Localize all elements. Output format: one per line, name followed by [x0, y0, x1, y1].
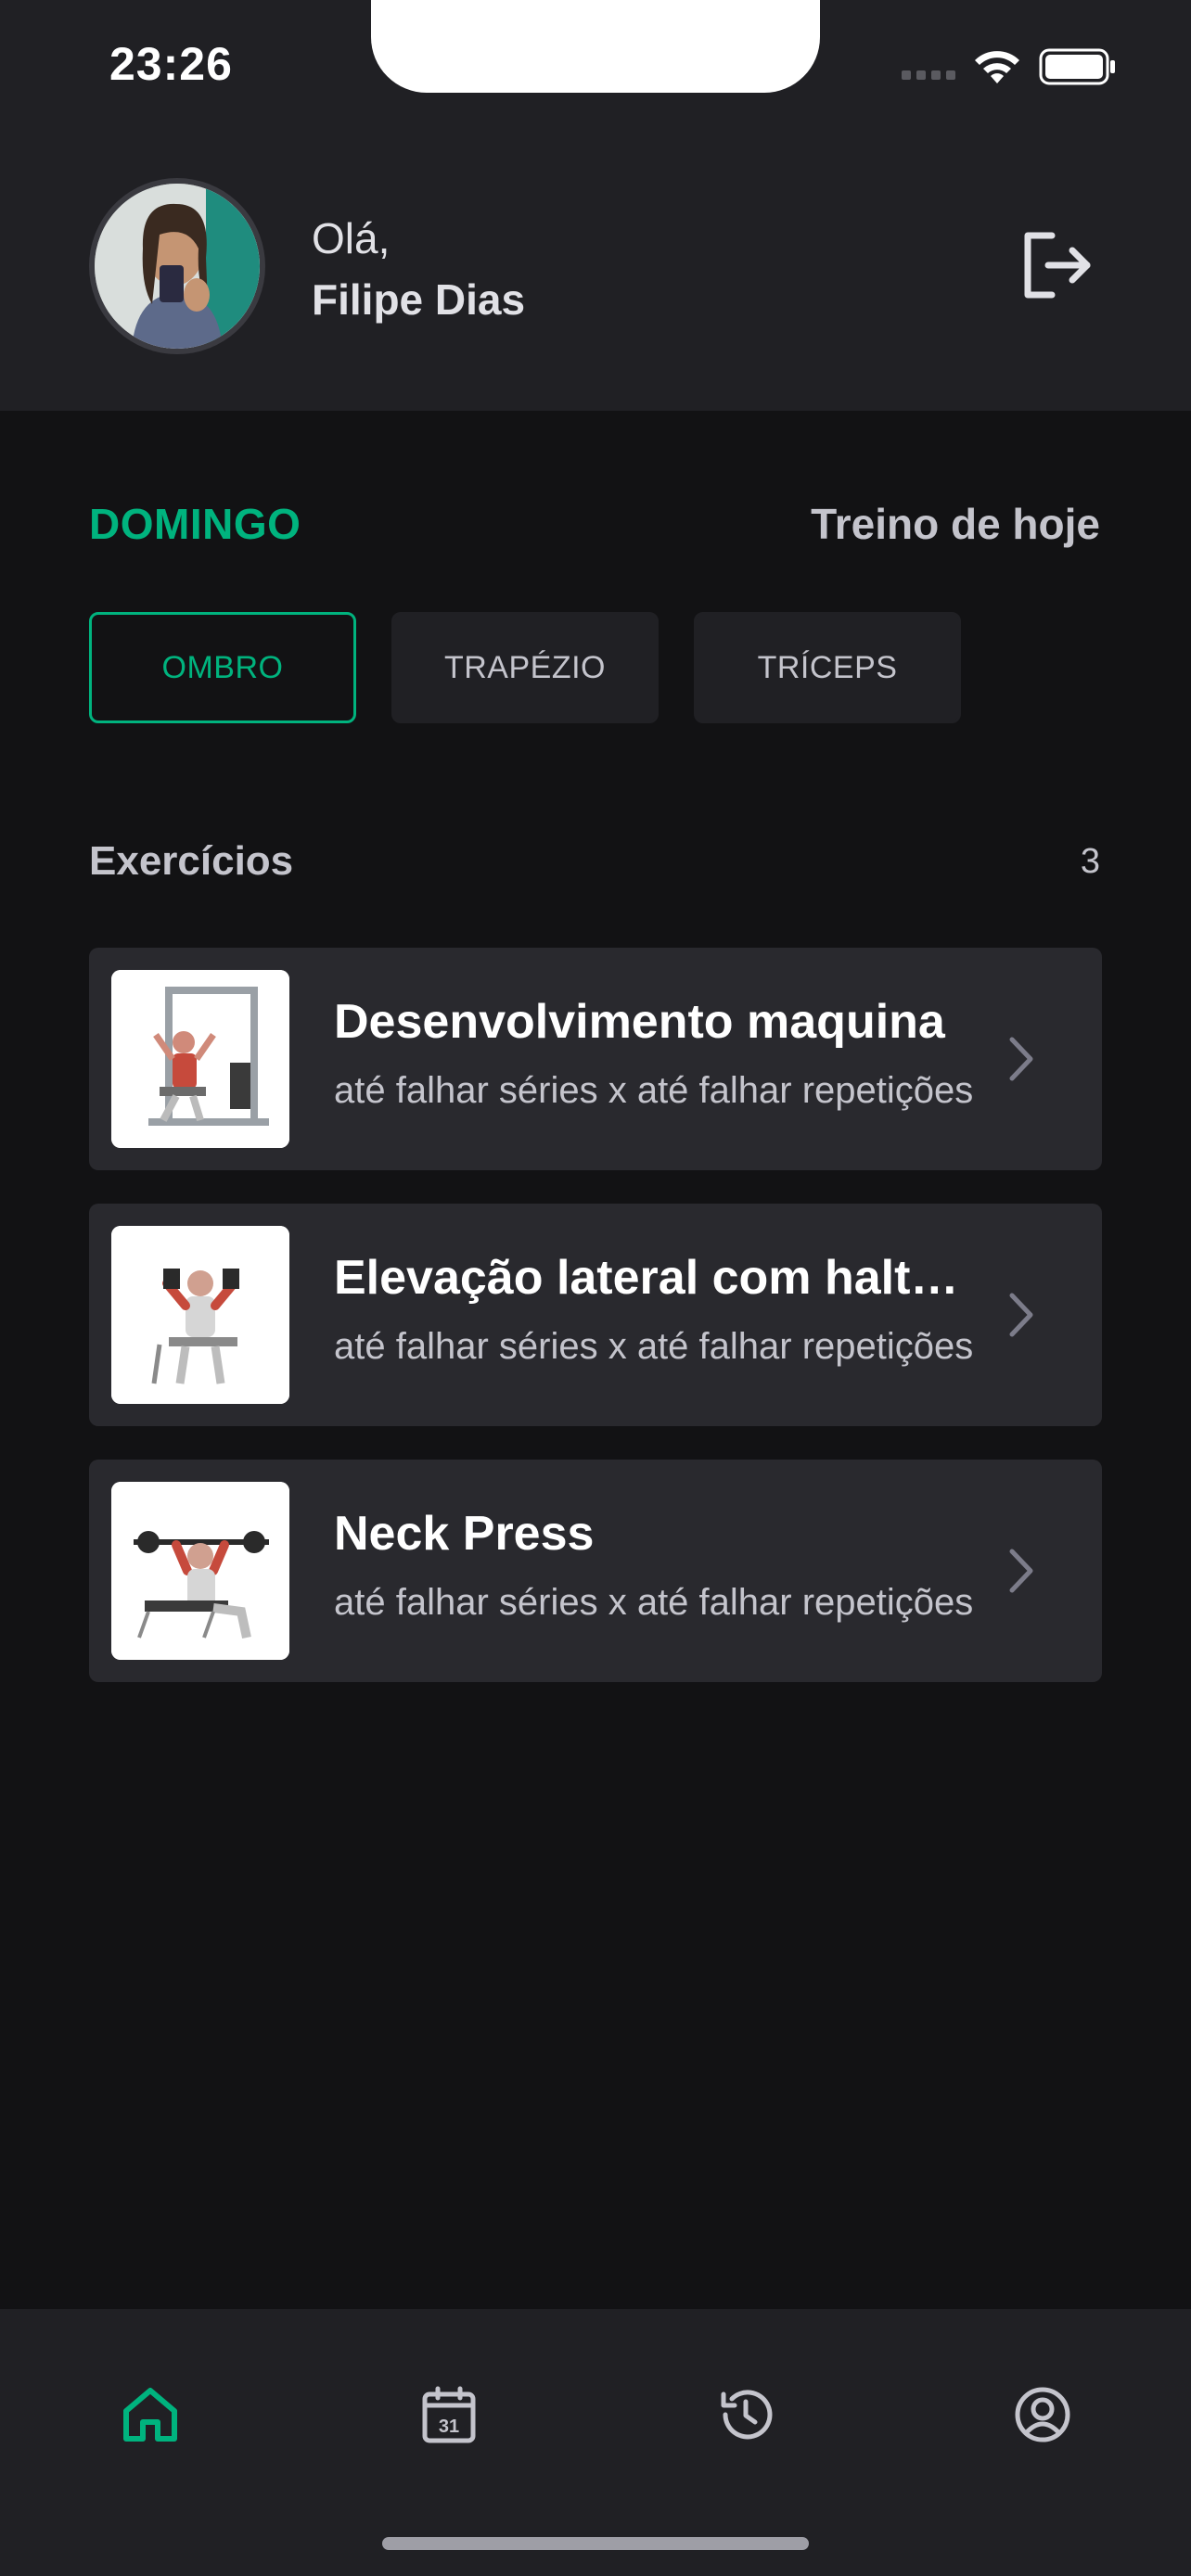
exercise-name: Elevação lateral com halteres [334, 1251, 983, 1305]
home-indicator[interactable] [382, 2537, 809, 2550]
status-bar: 23:26 [0, 0, 1191, 130]
profile-header: 23:26 Olá, Filipe Dias [0, 0, 1191, 411]
group-chip-trapezio[interactable]: TRAPÉZIO [391, 612, 659, 723]
exercise-details: até falhar séries x até falhar repetiçõe… [334, 1582, 974, 1623]
exercise-thumbnail [111, 1482, 289, 1660]
exercise-details: até falhar séries x até falhar repetiçõe… [334, 1326, 974, 1367]
exercise-card[interactable]: Elevação lateral com halteres até falhar… [89, 1204, 1102, 1426]
exercises-count: 3 [1080, 842, 1100, 881]
exercise-card[interactable]: Desenvolvimento maquina até falhar série… [89, 948, 1102, 1170]
cellular-signal-icon [902, 70, 955, 80]
today-workout-label: Treino de hoje [811, 500, 1100, 548]
home-screen: 23:26 Olá, Filipe Dias DOMINGO Treino de… [0, 0, 1191, 2576]
group-chip-triceps[interactable]: TRÍCEPS [694, 612, 961, 723]
home-icon[interactable] [121, 2385, 180, 2444]
calendar-icon[interactable]: 31 [419, 2385, 479, 2444]
user-avatar[interactable] [89, 178, 265, 354]
avatar-photo [95, 184, 260, 349]
user-name: Filipe Dias [312, 275, 526, 324]
battery-icon [1039, 48, 1115, 85]
chevron-right-icon [1009, 1549, 1033, 1593]
wifi-icon [975, 51, 1019, 83]
chevron-right-icon [1009, 1293, 1033, 1337]
exercises-title: Exercícios [89, 838, 294, 884]
exercise-name: Desenvolvimento maquina [334, 995, 945, 1049]
muscle-group-filter: OMBRO TRAPÉZIO TRÍCEPS [89, 612, 961, 723]
group-chip-ombro[interactable]: OMBRO [89, 612, 356, 723]
history-icon[interactable] [716, 2385, 775, 2444]
exercise-thumbnail [111, 1226, 289, 1404]
profile-icon[interactable] [1013, 2385, 1072, 2444]
status-time: 23:26 [109, 38, 233, 90]
calendar-day: 31 [439, 2417, 459, 2437]
device-notch [371, 0, 820, 93]
greeting-text: Olá, [312, 214, 391, 262]
logout-icon[interactable] [1020, 230, 1095, 300]
exercise-thumbnail [111, 970, 289, 1148]
exercise-name: Neck Press [334, 1507, 595, 1561]
exercise-details: até falhar séries x até falhar repetiçõe… [334, 1070, 974, 1111]
chevron-right-icon [1009, 1037, 1033, 1081]
exercise-card[interactable]: Neck Press até falhar séries x até falha… [89, 1460, 1102, 1682]
bottom-tab-bar: 31 [0, 2309, 1191, 2576]
weekday-label: DOMINGO [89, 500, 301, 548]
